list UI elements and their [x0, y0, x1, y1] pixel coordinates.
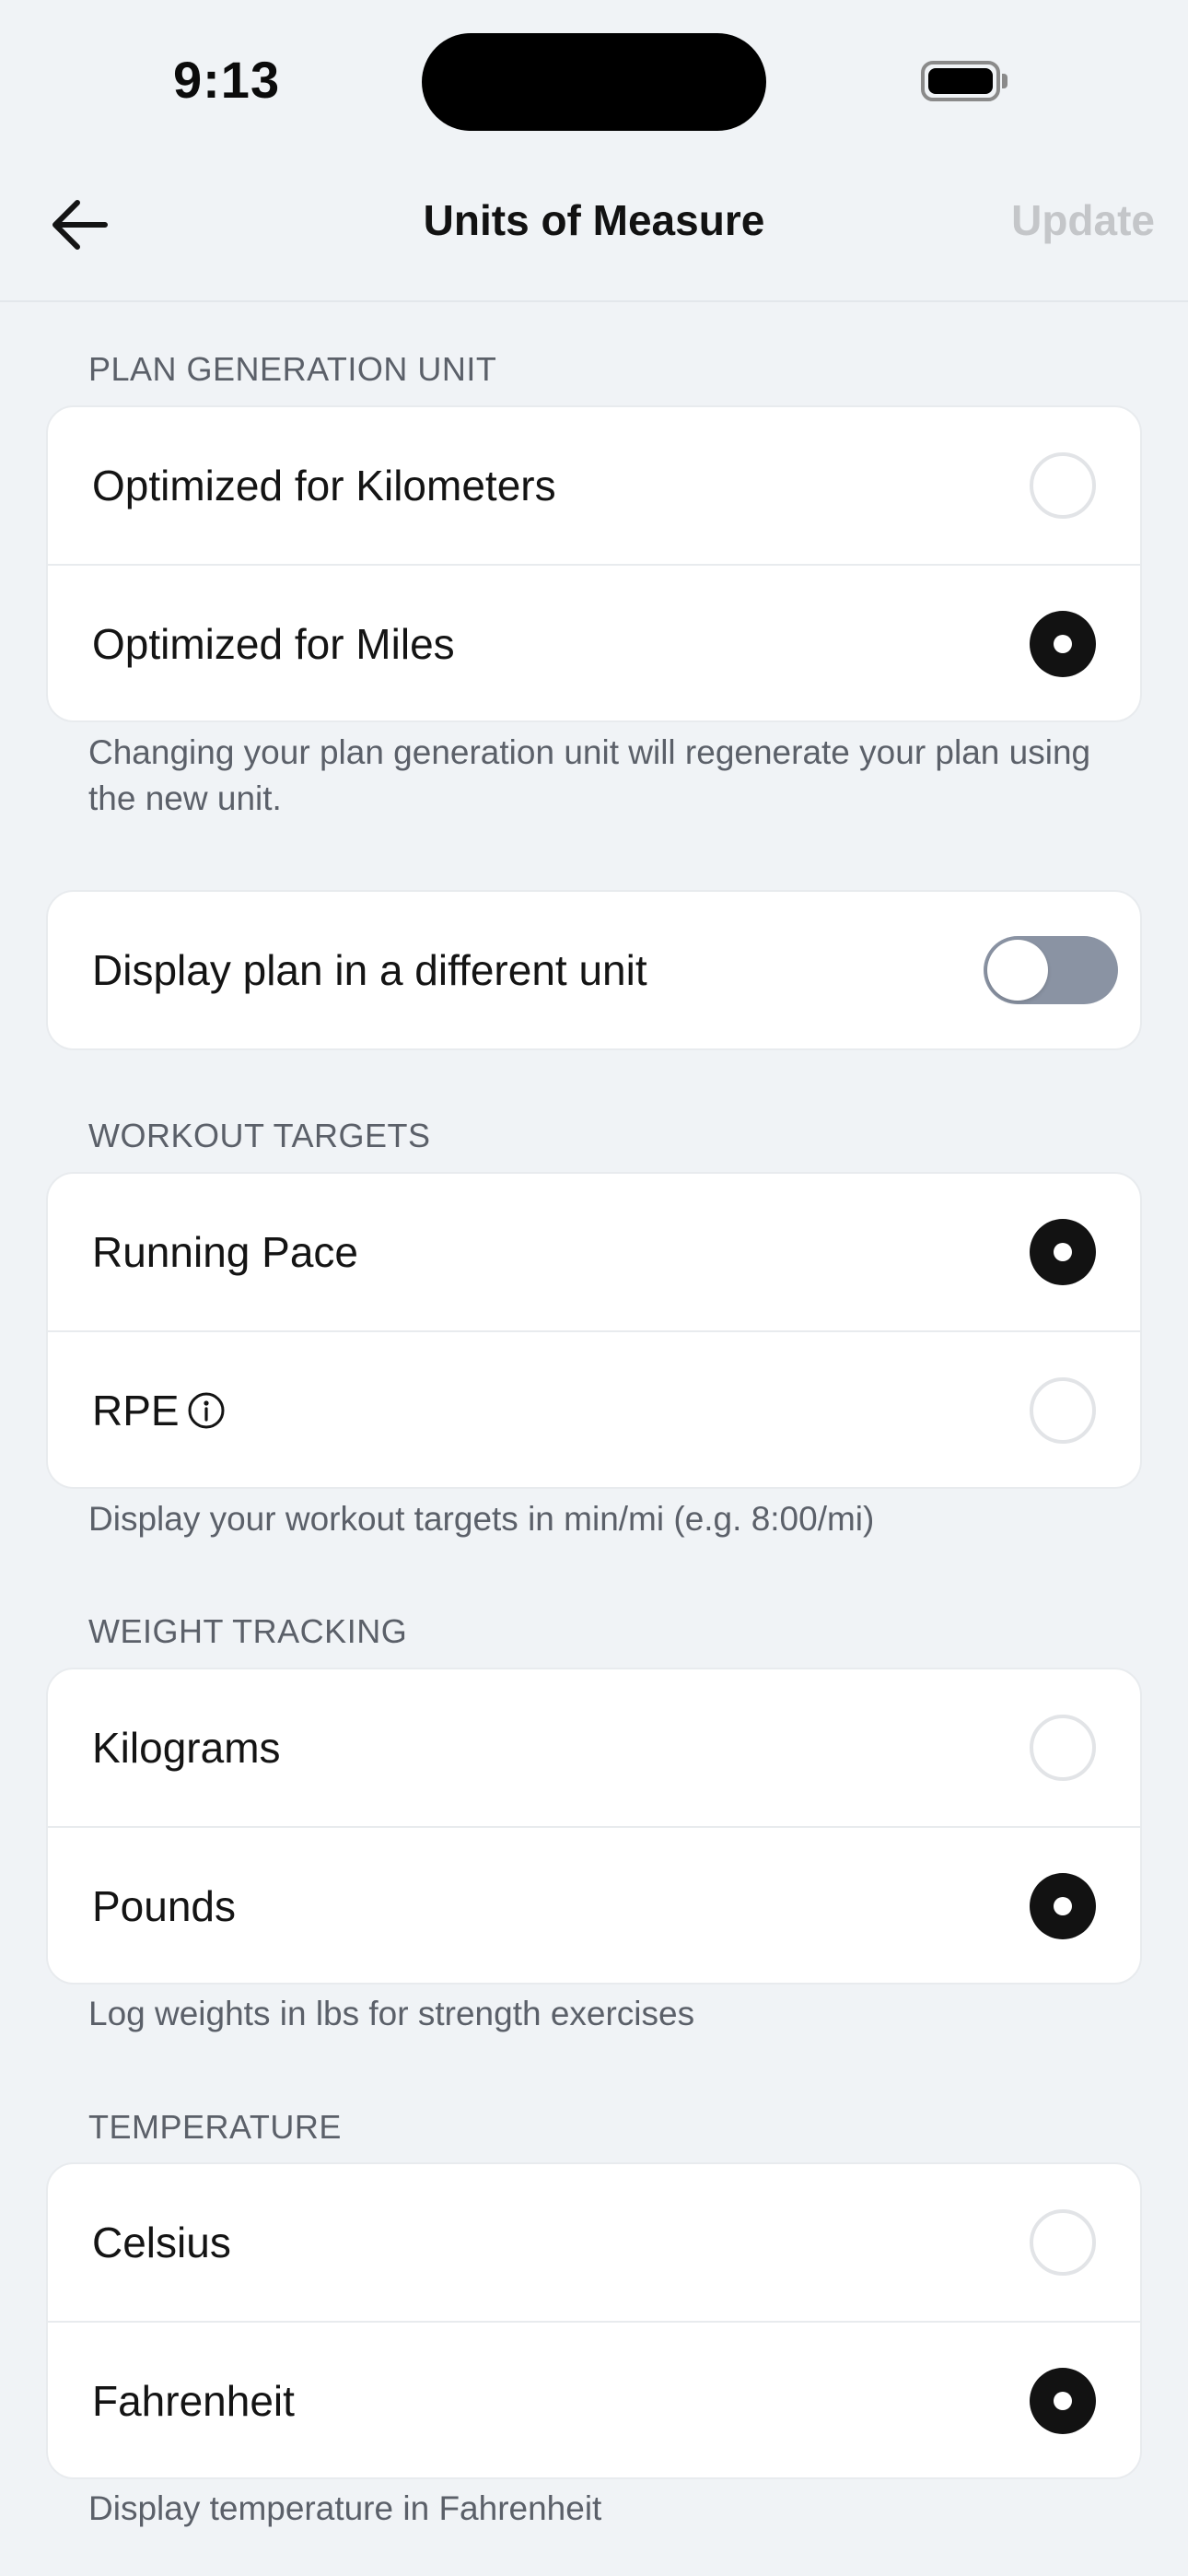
radio-pounds[interactable]: [1030, 1873, 1096, 1939]
radio-kilometers[interactable]: [1030, 452, 1096, 519]
option-label: RPE: [92, 1387, 180, 1434]
battery-icon: [921, 61, 1007, 101]
option-rpe[interactable]: RPE: [48, 1330, 1140, 1487]
workout-targets-header: WORKOUT TARGETS: [88, 1117, 431, 1154]
toggle-knob: [987, 940, 1048, 1001]
temperature-card: Celsius Fahrenheit: [46, 2162, 1142, 2479]
option-label-rpe: RPE: [92, 1332, 226, 1487]
plan-generation-footnote: Changing your plan generation unit will …: [88, 733, 1091, 817]
option-label: Celsius: [92, 2219, 231, 2266]
option-label: Pounds: [92, 1882, 237, 1930]
option-kilograms[interactable]: Kilograms: [48, 1669, 1140, 1826]
page-title: Units of Measure: [423, 196, 765, 244]
option-celsius[interactable]: Celsius: [48, 2164, 1140, 2321]
radio-miles[interactable]: [1030, 611, 1096, 677]
nav-bar: Units of Measure Update: [0, 162, 1188, 302]
update-button[interactable]: Update: [1011, 195, 1155, 245]
temperature-header: TEMPERATURE: [88, 2108, 342, 2146]
weight-tracking-card: Kilograms Pounds: [46, 1668, 1142, 1985]
plan-generation-header: PLAN GENERATION UNIT: [88, 350, 497, 388]
display-unit-toggle[interactable]: [984, 936, 1118, 1004]
workout-targets-card: Running Pace RPE: [46, 1172, 1142, 1489]
temperature-footnote: Display temperature in Fahrenheit: [88, 2489, 602, 2527]
radio-fahrenheit[interactable]: [1030, 2368, 1096, 2434]
option-pounds[interactable]: Pounds: [48, 1826, 1140, 1983]
info-icon[interactable]: [187, 1391, 226, 1430]
radio-rpe[interactable]: [1030, 1377, 1096, 1444]
option-kilometers[interactable]: Optimized for Kilometers: [48, 407, 1140, 564]
units-of-measure-screen: 9:13 Units of Measure Update PLAN GENERA…: [0, 0, 1188, 2576]
option-label: Kilograms: [92, 1724, 281, 1772]
option-fahrenheit[interactable]: Fahrenheit: [48, 2321, 1140, 2477]
radio-celsius[interactable]: [1030, 2209, 1096, 2276]
status-bar: 9:13: [0, 0, 1188, 162]
option-miles[interactable]: Optimized for Miles: [48, 564, 1140, 720]
radio-kilograms[interactable]: [1030, 1715, 1096, 1781]
plan-generation-card: Optimized for Kilometers Optimized for M…: [46, 405, 1142, 722]
display-unit-card: Display plan in a different unit: [46, 890, 1142, 1050]
option-label: Running Pace: [92, 1228, 358, 1276]
display-unit-row[interactable]: Display plan in a different unit: [48, 892, 1140, 1048]
dynamic-island: [422, 33, 766, 131]
display-unit-label: Display plan in a different unit: [92, 946, 647, 994]
status-time: 9:13: [173, 51, 281, 109]
workout-targets-footnote: Display your workout targets in min/mi (…: [88, 1500, 875, 1538]
radio-running-pace[interactable]: [1030, 1219, 1096, 1285]
weight-tracking-footnote: Log weights in lbs for strength exercise…: [88, 1995, 695, 2032]
option-label: Optimized for Miles: [92, 620, 455, 668]
option-label: Optimized for Kilometers: [92, 462, 556, 509]
option-running-pace[interactable]: Running Pace: [48, 1174, 1140, 1330]
weight-tracking-header: WEIGHT TRACKING: [88, 1612, 408, 1650]
option-label: Fahrenheit: [92, 2377, 295, 2425]
